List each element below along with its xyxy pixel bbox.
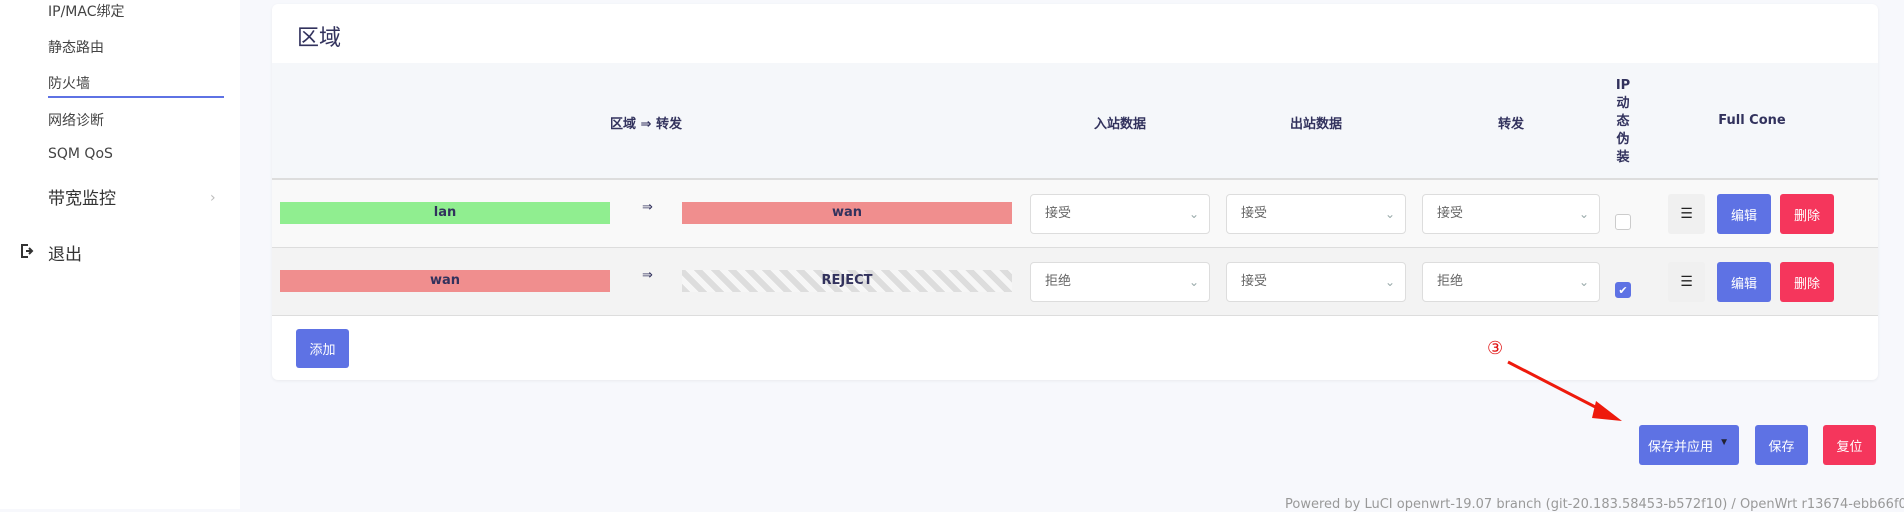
annotation-arrow-icon — [1507, 360, 1622, 421]
footer: Powered by LuCI openwrt-19.07 branch (gi… — [1285, 497, 1904, 512]
